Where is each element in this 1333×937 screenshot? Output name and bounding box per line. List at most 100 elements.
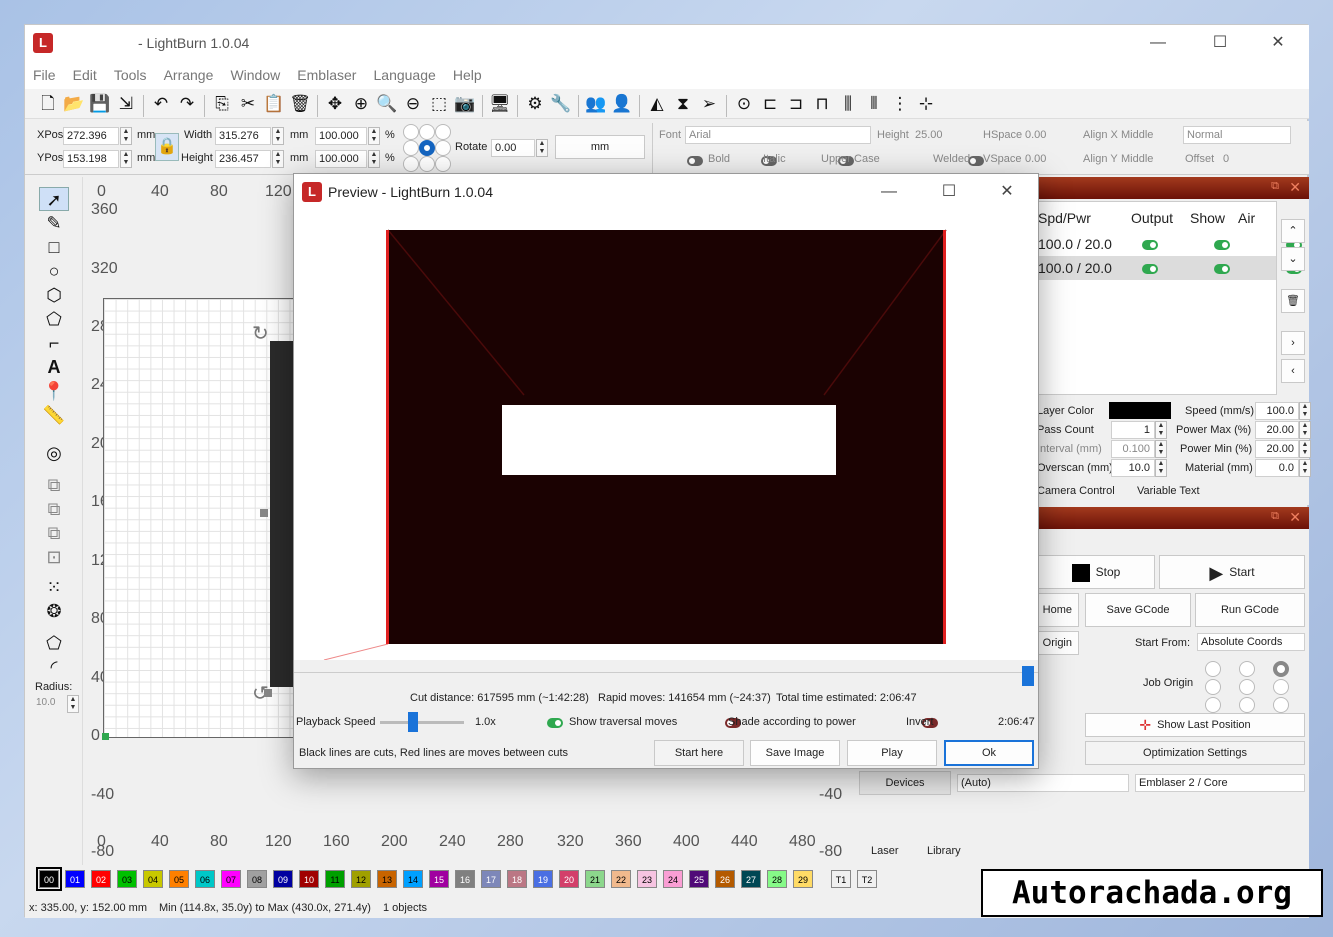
run-gcode-button[interactable]: Run GCode — [1195, 593, 1305, 627]
expand-right-icon[interactable]: › — [1281, 331, 1305, 355]
style-select[interactable]: Normal — [1183, 126, 1291, 144]
color-swatch-14[interactable]: 14 — [403, 870, 423, 888]
color-swatch-05[interactable]: 05 — [169, 870, 189, 888]
save-gcode-button[interactable]: Save GCode — [1085, 593, 1191, 627]
menu-tools[interactable]: Tools — [114, 61, 147, 89]
playback-slider-handle[interactable] — [408, 712, 418, 732]
flip-horizontal-icon[interactable]: ◭ — [644, 91, 670, 117]
tools-icon[interactable]: 🔧 — [548, 91, 574, 117]
rotate-spinner[interactable]: ▲ ▼ — [536, 139, 548, 157]
output-toggle[interactable] — [1142, 240, 1158, 251]
align-middle-icon[interactable]: ⫼ — [835, 91, 861, 117]
interval-spinner[interactable]: ▲ ▼ — [1155, 440, 1167, 458]
rotate-handle-icon[interactable]: ↻ — [252, 321, 269, 346]
alignx-select[interactable]: Middle — [1121, 129, 1153, 141]
color-swatch-15[interactable]: 15 — [429, 870, 449, 888]
export-icon[interactable]: ⇲ — [113, 91, 139, 117]
color-swatch-19[interactable]: 19 — [533, 870, 553, 888]
align-right-icon[interactable]: ⊐ — [783, 91, 809, 117]
hspace-value[interactable]: 0.00 — [1025, 129, 1046, 141]
color-swatch-28[interactable]: 28 — [767, 870, 787, 888]
align-left-icon[interactable]: ⊏ — [757, 91, 783, 117]
color-swatch-27[interactable]: 27 — [741, 870, 761, 888]
output-toggle[interactable] — [1142, 264, 1158, 275]
zoom-frame-icon[interactable]: ⬚ — [426, 91, 452, 117]
tabs-tool-icon[interactable]: ⬠ — [39, 631, 69, 655]
color-swatch-01[interactable]: 01 — [65, 870, 85, 888]
new-file-icon[interactable]: 🗋 — [35, 91, 61, 117]
lock-aspect-icon[interactable]: 🔒 — [155, 133, 179, 161]
polygon-tool-icon[interactable]: ⬡ — [39, 283, 69, 307]
measure-tool-icon[interactable]: 📏 — [39, 403, 69, 427]
ypos-spinner[interactable]: ▲ ▼ — [120, 150, 132, 168]
radius-input[interactable]: 10.0 — [33, 695, 67, 713]
power-max-spinner[interactable]: ▲ ▼ — [1299, 421, 1311, 439]
boolean-subtract-icon[interactable]: ⧉ — [39, 497, 69, 521]
power-max-input[interactable]: 20.00 — [1255, 421, 1299, 439]
start-here-button[interactable]: Start here — [654, 740, 744, 766]
pen-tool-icon[interactable]: ⬠ — [39, 307, 69, 331]
ungroup-icon[interactable]: 👤 — [609, 91, 635, 117]
menu-arrange[interactable]: Arrange — [164, 61, 214, 89]
layer-color-swatch[interactable] — [1109, 402, 1171, 419]
color-swatch-00[interactable]: 00 — [36, 867, 62, 891]
color-swatch-22[interactable]: 22 — [611, 870, 631, 888]
start-button[interactable]: ▶ Start — [1159, 555, 1305, 589]
monitor-icon[interactable]: 🖥 — [487, 91, 513, 117]
radius-spinner[interactable]: ▲ ▼ — [67, 695, 79, 713]
grid-array-icon[interactable]: ⁙ — [39, 575, 69, 599]
color-swatch-13[interactable]: 13 — [377, 870, 397, 888]
close-panel-icon[interactable]: ✕ — [1289, 179, 1301, 196]
open-folder-icon[interactable]: 📂 — [61, 91, 87, 117]
settings-gear-icon[interactable]: ⚙ — [522, 91, 548, 117]
zoom-magnify-icon[interactable]: 🔍 — [374, 91, 400, 117]
menu-language[interactable]: Language — [374, 61, 436, 89]
zoom-out-icon[interactable]: ⊖ — [400, 91, 426, 117]
maximize-button[interactable]: ☐ — [1197, 25, 1243, 61]
color-swatch-11[interactable]: 11 — [325, 870, 345, 888]
go-to-origin-button[interactable]: Origin — [1037, 631, 1079, 655]
color-swatch-25[interactable]: 25 — [689, 870, 709, 888]
color-swatch-10[interactable]: 10 — [299, 870, 319, 888]
stop-button[interactable]: Stop — [1037, 555, 1155, 589]
table-row[interactable]: 100.0 / 20.0 — [1038, 256, 1303, 280]
optimization-settings-button[interactable]: Optimization Settings — [1085, 741, 1305, 765]
aligny-select[interactable]: Middle — [1121, 153, 1153, 165]
color-swatch-26[interactable]: 26 — [715, 870, 735, 888]
close-button[interactable]: ✕ — [1255, 25, 1301, 61]
color-swatch-02[interactable]: 02 — [91, 870, 111, 888]
color-swatch-09[interactable]: 09 — [273, 870, 293, 888]
corner-radius-icon[interactable]: ◜ — [39, 655, 69, 679]
save-image-button[interactable]: Save Image — [750, 740, 840, 766]
collapse-left-icon[interactable]: ‹ — [1281, 359, 1305, 383]
scale-handle[interactable] — [260, 509, 268, 517]
undo-icon[interactable]: ↶ — [148, 91, 174, 117]
boolean-union-icon[interactable]: ⧉ — [39, 473, 69, 497]
float-panel-icon[interactable]: ⧉ — [1271, 180, 1279, 193]
play-button[interactable]: Play — [847, 740, 937, 766]
tab-variable-text[interactable]: Variable Text — [1137, 485, 1200, 497]
offset-tool-icon[interactable]: ◎ — [39, 441, 69, 465]
color-swatch-24[interactable]: 24 — [663, 870, 683, 888]
color-swatch-07[interactable]: 07 — [221, 870, 241, 888]
font-height-value[interactable]: 25.00 — [915, 129, 943, 141]
menu-file[interactable]: File — [33, 61, 56, 89]
align-top-icon[interactable]: ⊓ — [809, 91, 835, 117]
width-input[interactable]: 315.276 — [215, 127, 271, 145]
start-from-select[interactable]: Absolute Coords — [1197, 633, 1305, 651]
camera-icon[interactable]: 📷 — [452, 91, 478, 117]
xpos-input[interactable]: 272.396 — [63, 127, 119, 145]
distribute-v-icon[interactable]: ⋮ — [887, 91, 913, 117]
send-icon[interactable]: ➢ — [696, 91, 722, 117]
ok-button[interactable]: Ok — [944, 740, 1034, 766]
float-laser-panel-icon[interactable]: ⧉ — [1271, 510, 1279, 523]
color-swatch-16[interactable]: 16 — [455, 870, 475, 888]
scale-handle-bottom[interactable] — [264, 689, 272, 697]
preview-close-button[interactable]: ✕ — [984, 174, 1030, 210]
rotate-input[interactable]: 0.00 — [491, 139, 535, 157]
tab-camera-control[interactable]: Camera Control — [1037, 485, 1115, 497]
color-swatch-04[interactable]: 04 — [143, 870, 163, 888]
devices-button[interactable]: Devices — [859, 771, 951, 795]
speed-spinner[interactable]: ▲ ▼ — [1299, 402, 1311, 420]
preview-render-area[interactable] — [294, 210, 1038, 660]
